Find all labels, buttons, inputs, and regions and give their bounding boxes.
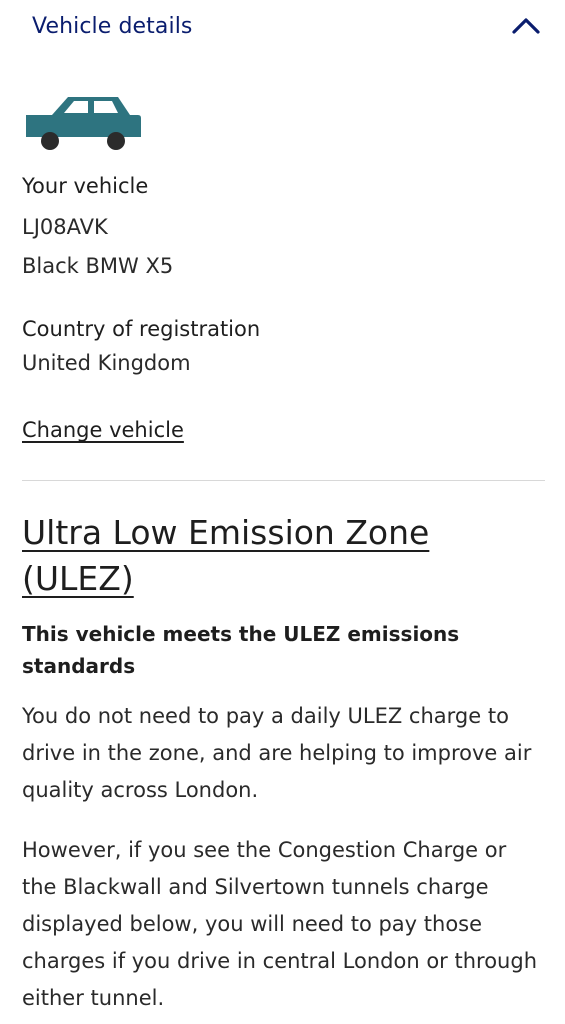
ulez-heading[interactable]: Ultra Low Emission Zone (ULEZ) — [22, 510, 542, 602]
section-divider — [22, 480, 545, 481]
ulez-paragraph-1: You do not need to pay a daily ULEZ char… — [22, 704, 532, 802]
ulez-paragraph-2: However, if you see the Congestion Charg… — [22, 838, 538, 1010]
vehicle-details-toggle[interactable]: Vehicle details — [32, 10, 542, 42]
country-value: United Kingdom — [22, 351, 191, 375]
section-title: Vehicle details — [32, 13, 193, 39]
your-vehicle-label: Your vehicle — [22, 174, 149, 198]
change-vehicle-link[interactable]: Change vehicle — [22, 418, 184, 442]
vehicle-description: Black BMW X5 — [22, 254, 174, 278]
car-icon — [22, 93, 142, 151]
chevron-up-icon[interactable] — [510, 10, 542, 42]
ulez-status: This vehicle meets the ULEZ emissions st… — [22, 622, 460, 678]
country-label: Country of registration — [22, 317, 261, 341]
vehicle-details-page: Vehicle details Your vehicle LJ08AVK Bla… — [0, 0, 565, 1024]
registration-number: LJ08AVK — [22, 215, 108, 239]
